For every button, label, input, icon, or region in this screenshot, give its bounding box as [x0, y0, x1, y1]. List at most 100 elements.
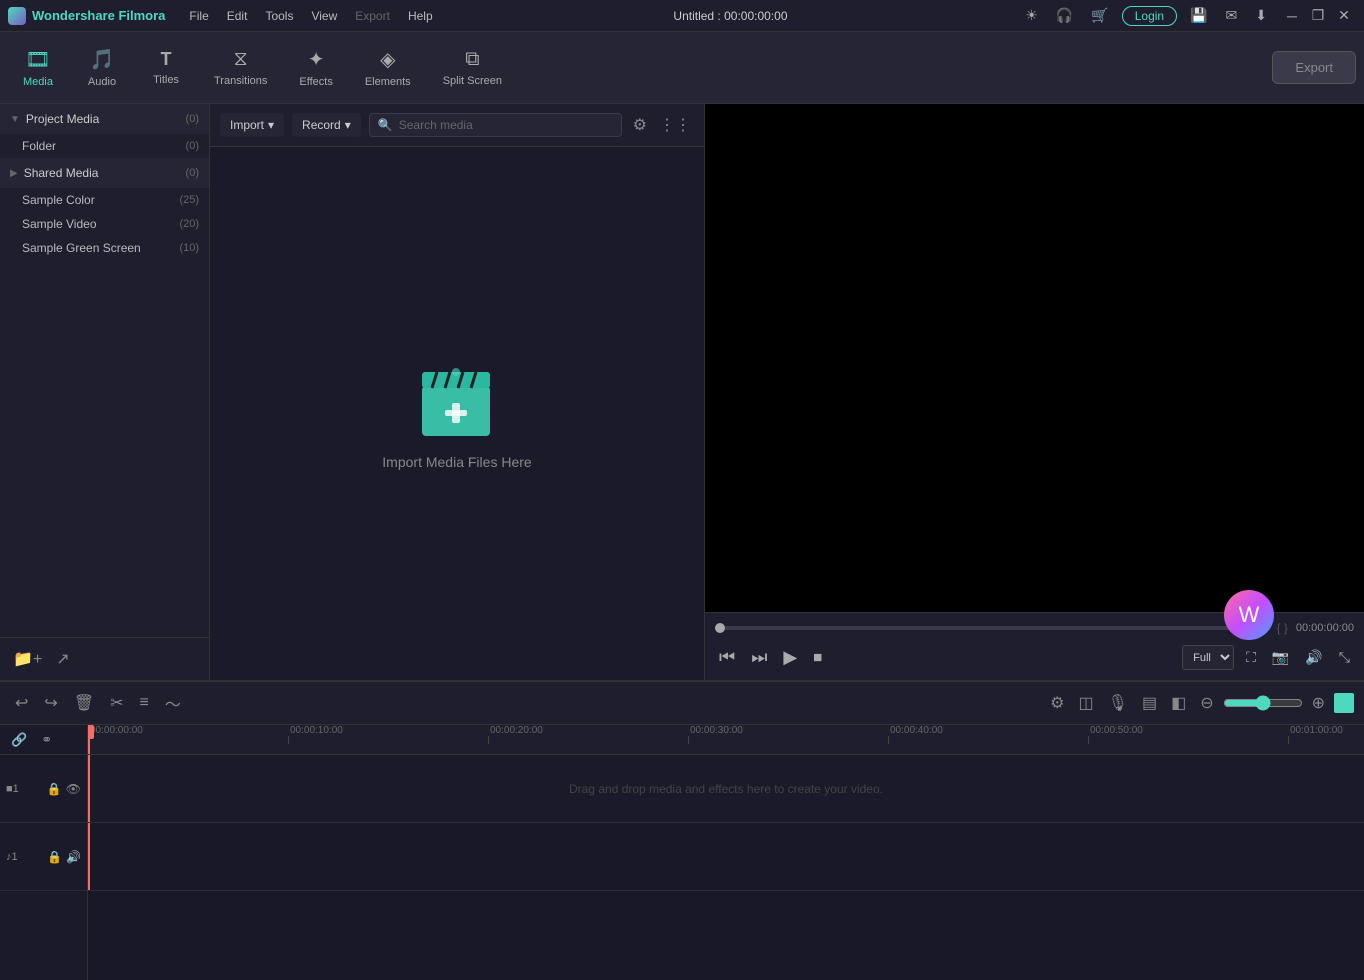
- delete-button[interactable]: 🗑: [69, 690, 99, 716]
- ruler-label-3: 00:00:30:00: [688, 725, 743, 736]
- project-media-header[interactable]: ▼ Project Media (0): [0, 104, 209, 134]
- toolbar-media[interactable]: 🎞 Media: [8, 41, 68, 94]
- cart-icon[interactable]: 🛒: [1086, 5, 1113, 26]
- media-drop-zone[interactable]: Import Media Files Here: [210, 147, 704, 680]
- resize-icon[interactable]: ⤡: [1335, 645, 1354, 670]
- stop-button[interactable]: ⏹: [809, 643, 826, 672]
- fullscreen-icon[interactable]: ⛶: [1242, 645, 1260, 670]
- magnet-icon[interactable]: 🔗: [6, 729, 32, 751]
- lock-audio-icon[interactable]: 🔒: [47, 850, 62, 864]
- toolbar-audio-label: Audio: [88, 76, 116, 88]
- sidebar-item-sample-video[interactable]: Sample Video (20): [0, 212, 209, 236]
- marker-icon[interactable]: ◫: [1074, 690, 1099, 716]
- toolbar-transitions[interactable]: ⧖ Transitions: [200, 42, 281, 93]
- close-button[interactable]: ✕: [1332, 4, 1356, 28]
- ruler-mark-1: 00:00:10:00: [288, 725, 343, 744]
- mail-icon[interactable]: ✉: [1221, 5, 1243, 26]
- app-logo: Wondershare Filmora: [8, 7, 165, 25]
- clapperboard-icon: [412, 358, 502, 438]
- filter-icon[interactable]: ⚙: [630, 112, 650, 138]
- redo-button[interactable]: ↪: [39, 690, 62, 716]
- menu-help[interactable]: Help: [400, 7, 441, 25]
- zoom-slider[interactable]: [1223, 695, 1303, 711]
- login-button[interactable]: Login: [1122, 6, 1177, 26]
- lock-icon[interactable]: 🔒: [47, 782, 62, 796]
- import-button[interactable]: Import ▾: [220, 113, 284, 137]
- eye-icon[interactable]: 👁: [66, 782, 81, 796]
- headphone-icon[interactable]: 🎧: [1051, 5, 1078, 26]
- menu-edit[interactable]: Edit: [219, 7, 256, 25]
- search-input[interactable]: [399, 118, 613, 132]
- ruler-mark-5: 00:00:50:00: [1088, 725, 1143, 744]
- ruler-mark-4: 00:00:40:00: [888, 725, 943, 744]
- play-button[interactable]: ▶: [779, 643, 801, 672]
- settings-icon[interactable]: ⚙: [1045, 690, 1069, 716]
- step-back-button[interactable]: ⏮: [715, 643, 739, 672]
- sample-color-label: Sample Color: [22, 193, 95, 207]
- app-logo-icon: [8, 7, 26, 25]
- track-label-1: ■1: [6, 783, 19, 795]
- toolbar-effects[interactable]: ✦ Effects: [285, 41, 346, 94]
- quality-select[interactable]: Full 1/2 1/4: [1182, 645, 1234, 670]
- toolbar-split-screen[interactable]: ⧉ Split Screen: [429, 42, 516, 93]
- video-track-area[interactable]: Drag and drop media and effects here to …: [88, 755, 1364, 823]
- toolbar-elements[interactable]: ◈ Elements: [351, 41, 425, 94]
- cut-button[interactable]: ✂: [105, 690, 128, 716]
- toolbar-audio[interactable]: 🎵 Audio: [72, 41, 132, 94]
- menu-tools[interactable]: Tools: [257, 7, 301, 25]
- menu-file[interactable]: File: [181, 7, 216, 25]
- download-icon[interactable]: ⬇: [1250, 5, 1272, 26]
- screenshot-icon[interactable]: 📷: [1268, 645, 1293, 670]
- audio-track-area[interactable]: [88, 823, 1364, 891]
- zoom-out-icon[interactable]: ⊖: [1195, 690, 1218, 716]
- record-audio-icon[interactable]: 🎙: [1103, 690, 1133, 716]
- export-button[interactable]: Export: [1272, 51, 1356, 84]
- progress-track[interactable]: [715, 626, 1269, 630]
- timeline-ruler: 00:00:00:00 00:00:10:00 00:00:20:00 00:0…: [88, 725, 1364, 755]
- menu-bar: File Edit Tools View Export Help: [181, 7, 440, 25]
- expand-button[interactable]: ↗: [53, 646, 72, 672]
- menu-export[interactable]: Export: [347, 7, 398, 25]
- shared-media-count: (0): [186, 167, 199, 179]
- drop-zone-text: Import Media Files Here: [382, 454, 531, 470]
- sidebar-item-folder[interactable]: Folder (0): [0, 134, 209, 158]
- shared-media-label: Shared Media: [24, 166, 99, 180]
- sidebar-item-sample-green-screen[interactable]: Sample Green Screen (10): [0, 236, 209, 260]
- add-folder-button[interactable]: 📁+: [10, 646, 45, 672]
- maximize-button[interactable]: ❐: [1306, 4, 1330, 28]
- undo-button[interactable]: ↩: [10, 690, 33, 716]
- shared-media-header[interactable]: ▶ Shared Media (0): [0, 158, 209, 188]
- zoom-in-icon[interactable]: ⊕: [1307, 690, 1330, 716]
- color-grade-icon[interactable]: ◧: [1166, 690, 1191, 716]
- ruler-mark-2: 00:00:20:00: [488, 725, 543, 744]
- progress-thumb[interactable]: [715, 623, 725, 633]
- sidebar: ▼ Project Media (0) Folder (0) ▶ Shared …: [0, 104, 210, 680]
- elements-icon: ◈: [380, 47, 395, 72]
- adjust-button[interactable]: ≡: [135, 691, 154, 715]
- minimize-button[interactable]: ─: [1280, 4, 1304, 28]
- project-media-count: (0): [186, 113, 199, 125]
- sun-icon[interactable]: ☀: [1020, 5, 1043, 26]
- link-icon[interactable]: ⚭: [36, 729, 57, 751]
- frame-back-button[interactable]: ⏭︎: [747, 643, 771, 672]
- playhead-handle[interactable]: [88, 725, 94, 739]
- ruler-mark-3: 00:00:30:00: [688, 725, 743, 744]
- preview-screen: [705, 104, 1364, 612]
- record-button[interactable]: Record ▾: [292, 113, 361, 137]
- toolbar-titles[interactable]: T Titles: [136, 43, 196, 92]
- save-icon[interactable]: 💾: [1185, 5, 1212, 26]
- volume-icon[interactable]: 🔊: [1301, 645, 1326, 670]
- split-screen-icon: ⧉: [465, 48, 479, 71]
- sample-green-screen-count: (10): [179, 242, 199, 254]
- captions-icon[interactable]: ▤: [1137, 690, 1162, 716]
- folder-label: Folder: [22, 139, 56, 153]
- menu-view[interactable]: View: [303, 7, 345, 25]
- track-headers: 🔗 ⚭ ■1 🔒 👁 ♪1 🔒 🔊: [0, 725, 88, 980]
- grid-icon[interactable]: ⋮⋮: [656, 112, 694, 138]
- track-2-icons: 🔒 🔊: [47, 850, 81, 864]
- sidebar-footer: 📁+ ↗: [0, 637, 209, 680]
- audio-waves-button[interactable]: 〜: [160, 688, 186, 718]
- volume-audio-icon[interactable]: 🔊: [66, 850, 81, 864]
- project-title: Untitled : 00:00:00:00: [673, 9, 787, 23]
- sidebar-item-sample-color[interactable]: Sample Color (25): [0, 188, 209, 212]
